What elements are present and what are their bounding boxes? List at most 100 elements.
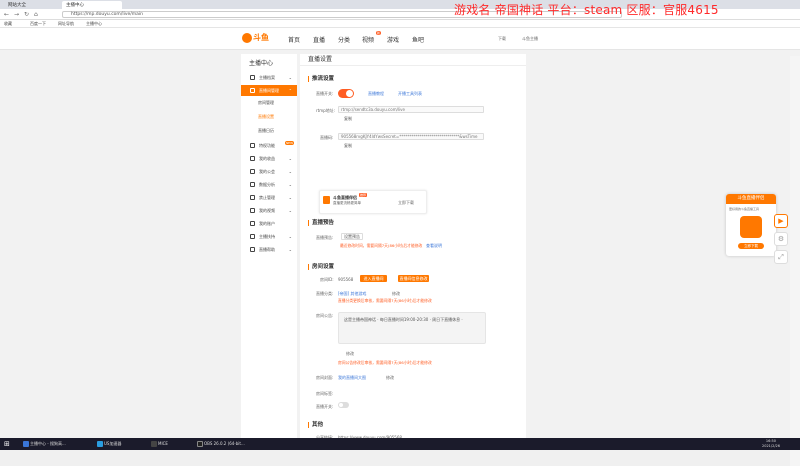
- bookmark-item[interactable]: 百度一下: [30, 21, 46, 27]
- nav-video[interactable]: 视频: [362, 35, 374, 44]
- notice-textarea[interactable]: 这是主播帝国神话 · 每日直播时间19:00-20:30 · 周日下直播休息 ·: [338, 312, 486, 344]
- rtmp-label: rtmp地址:: [316, 108, 335, 113]
- auto-switch-toggle[interactable]: [338, 402, 349, 408]
- support-icon: [250, 234, 255, 239]
- tab-streamer-center[interactable]: 主播中心: [62, 1, 122, 9]
- room-id-label: 房间ID:: [320, 277, 334, 282]
- assistant-card: 斗鱼直播伴侣 推荐 直播更流畅更简单 立即下载: [319, 190, 427, 214]
- notice-label: 房间公告:: [316, 313, 334, 318]
- ad-download-button[interactable]: 立即下载: [738, 243, 764, 249]
- group-icon: [250, 169, 255, 174]
- copy-code-button[interactable]: 复制: [342, 143, 354, 150]
- rtmp-field[interactable]: rtmp://sendtc3a.douyu.com/live: [338, 106, 484, 113]
- stream-code-label: 直播码:: [320, 135, 334, 140]
- site-logo[interactable]: 斗鱼: [242, 32, 269, 45]
- section-room-title: 房间设置: [308, 264, 334, 270]
- sidebar-sub-calendar[interactable]: 直播日历: [258, 128, 274, 134]
- new-badge: NEW: [285, 141, 294, 145]
- set-preview-button[interactable]: 设置预告: [341, 233, 363, 240]
- sidebar-sub-live-settings[interactable]: 直播设置: [258, 114, 274, 120]
- tag-label: 房间标签:: [316, 391, 334, 396]
- share-icon[interactable]: ⤢: [774, 250, 788, 264]
- chevron-up-icon: ⌃: [288, 88, 292, 93]
- tutorial-link[interactable]: 直播教程: [368, 91, 384, 97]
- cover-label: 房间封面:: [316, 375, 334, 380]
- download-link[interactable]: 下载: [498, 36, 506, 42]
- task-accelerator[interactable]: US加速器: [96, 440, 136, 448]
- cover-edit-button[interactable]: 修改: [386, 375, 394, 381]
- account-icon: [250, 221, 255, 226]
- tv-icon: [250, 88, 255, 93]
- preview-help-link[interactable]: 查看说明: [426, 243, 442, 249]
- play-icon[interactable]: ▶: [774, 214, 788, 228]
- nav-game[interactable]: 游戏: [387, 35, 399, 44]
- live-switch-toggle[interactable]: [338, 89, 354, 98]
- auto-switch-label: 直播开关:: [316, 404, 334, 409]
- bookmark-item[interactable]: 收藏: [4, 21, 12, 27]
- tab-sites[interactable]: 网站大全: [4, 1, 30, 9]
- help-icon: [250, 247, 255, 252]
- sidebar-item-profile[interactable]: 主播档案 ⌄: [241, 72, 297, 83]
- nav-home[interactable]: 首页: [288, 35, 300, 44]
- task-mice[interactable]: MICE: [150, 440, 190, 448]
- section-preview-title: 直播预告: [308, 220, 334, 226]
- wallet-icon: [250, 156, 255, 161]
- section-push-title: 推流设置: [308, 76, 334, 82]
- ad-title: 斗鱼直播伴侣: [726, 194, 776, 204]
- back-icon[interactable]: ←: [4, 11, 9, 18]
- sidebar-item-guild[interactable]: 我的公会 ⌄: [241, 166, 297, 177]
- windows-start-icon[interactable]: ⊞: [4, 440, 12, 448]
- section-other-title: 其他: [308, 422, 323, 428]
- recommend-badge: 推荐: [359, 193, 368, 197]
- nav-fishbar[interactable]: 鱼吧: [412, 35, 424, 44]
- page-title: 直播设置: [300, 54, 526, 66]
- edit-room-info-button[interactable]: 直播间信息修改: [398, 275, 429, 282]
- refresh-icon[interactable]: ↻: [24, 11, 29, 18]
- sidebar-item-help[interactable]: 直播帮助 ⌄: [241, 244, 297, 255]
- sidebar-item-support[interactable]: 主播扶持 ⌄: [241, 231, 297, 242]
- stream-code-field[interactable]: 905568rvgKJY4ldYwsSecret=***************…: [338, 133, 484, 140]
- room-id-value: 905568: [338, 277, 354, 282]
- notice-edit-button[interactable]: 修改: [346, 351, 354, 357]
- copy-rtmp-button[interactable]: 复制: [342, 116, 354, 123]
- nav-live[interactable]: 直播: [313, 35, 325, 44]
- bookmark-item[interactable]: 网址导航: [58, 21, 74, 27]
- bookmarks-bar: 收藏 百度一下 网址导航 主播中心: [0, 20, 800, 28]
- ban-icon: [250, 195, 255, 200]
- settings-icon[interactable]: ⚙: [774, 232, 788, 246]
- page-scrollbar[interactable]: [790, 56, 800, 466]
- chart-icon: [250, 182, 255, 187]
- user-menu[interactable]: 斗鱼主播: [522, 36, 538, 42]
- category-note: 直播分类更换后审核，需要间隔7天(86小时)后才能修改: [338, 298, 432, 303]
- sidebar-item-room-manage[interactable]: 直播间管理 ⌃: [241, 85, 297, 96]
- sidebar-item-account[interactable]: 我的账户: [241, 218, 297, 229]
- assistant-ad-card[interactable]: 斗鱼直播伴侣 更好用的斗鱼直播工具 立即下载: [726, 194, 776, 256]
- sidebar-item-income[interactable]: 我的收益 ⌄: [241, 153, 297, 164]
- video-icon: [250, 208, 255, 213]
- task-browser[interactable]: 主播中心 - 搜狗高...: [22, 440, 66, 448]
- bookmark-item[interactable]: 主播中心: [86, 21, 102, 27]
- category-value[interactable]: [帝国] 其他游戏: [338, 291, 366, 297]
- home-icon[interactable]: ⌂: [34, 11, 38, 18]
- sidebar: 主播中心 主播档案 ⌄ 直播间管理 ⌃ 房间管理 直播设置 直播日历 特权功能 NE…: [241, 54, 297, 438]
- sidebar-item-ban[interactable]: 禁止管理 ⌄: [241, 192, 297, 203]
- live-switch-label: 直播开关:: [316, 91, 334, 96]
- category-edit-button[interactable]: 修改: [392, 291, 400, 297]
- enter-room-button[interactable]: 进入直播间: [360, 275, 387, 282]
- system-clock[interactable]: 16:50 2021/2/26: [762, 439, 780, 449]
- star-icon: [250, 143, 255, 148]
- assistant-download-button[interactable]: 立即下载: [398, 200, 414, 206]
- main-panel: 直播设置 推流设置 直播开关: 直播教程 开播工具列表 rtmp地址: rtmp…: [300, 54, 526, 440]
- cover-link[interactable]: 我的直播间大图: [338, 375, 366, 381]
- category-label: 直播分类:: [316, 291, 334, 296]
- taskbar: ⊞ 主播中心 - 搜狗高... US加速器 MICE OBS 26.0.2 (6…: [0, 438, 800, 450]
- stream-overlay-text: 游戏名 帝国神话 平台：steam 区服：官服4615: [454, 3, 719, 17]
- sidebar-item-video[interactable]: 我的视频 ⌄: [241, 205, 297, 216]
- assistant-subtitle: 直播更流畅更简单: [333, 201, 361, 205]
- tools-link[interactable]: 开播工具列表: [398, 91, 422, 97]
- forward-icon[interactable]: →: [14, 11, 19, 18]
- task-obs[interactable]: OBS 26.0.2 (64-bit...: [196, 440, 252, 448]
- sidebar-sub-room[interactable]: 房间管理: [258, 100, 274, 106]
- sidebar-item-analytics[interactable]: 数据分析 ⌄: [241, 179, 297, 190]
- nav-category[interactable]: 分类: [338, 35, 350, 44]
